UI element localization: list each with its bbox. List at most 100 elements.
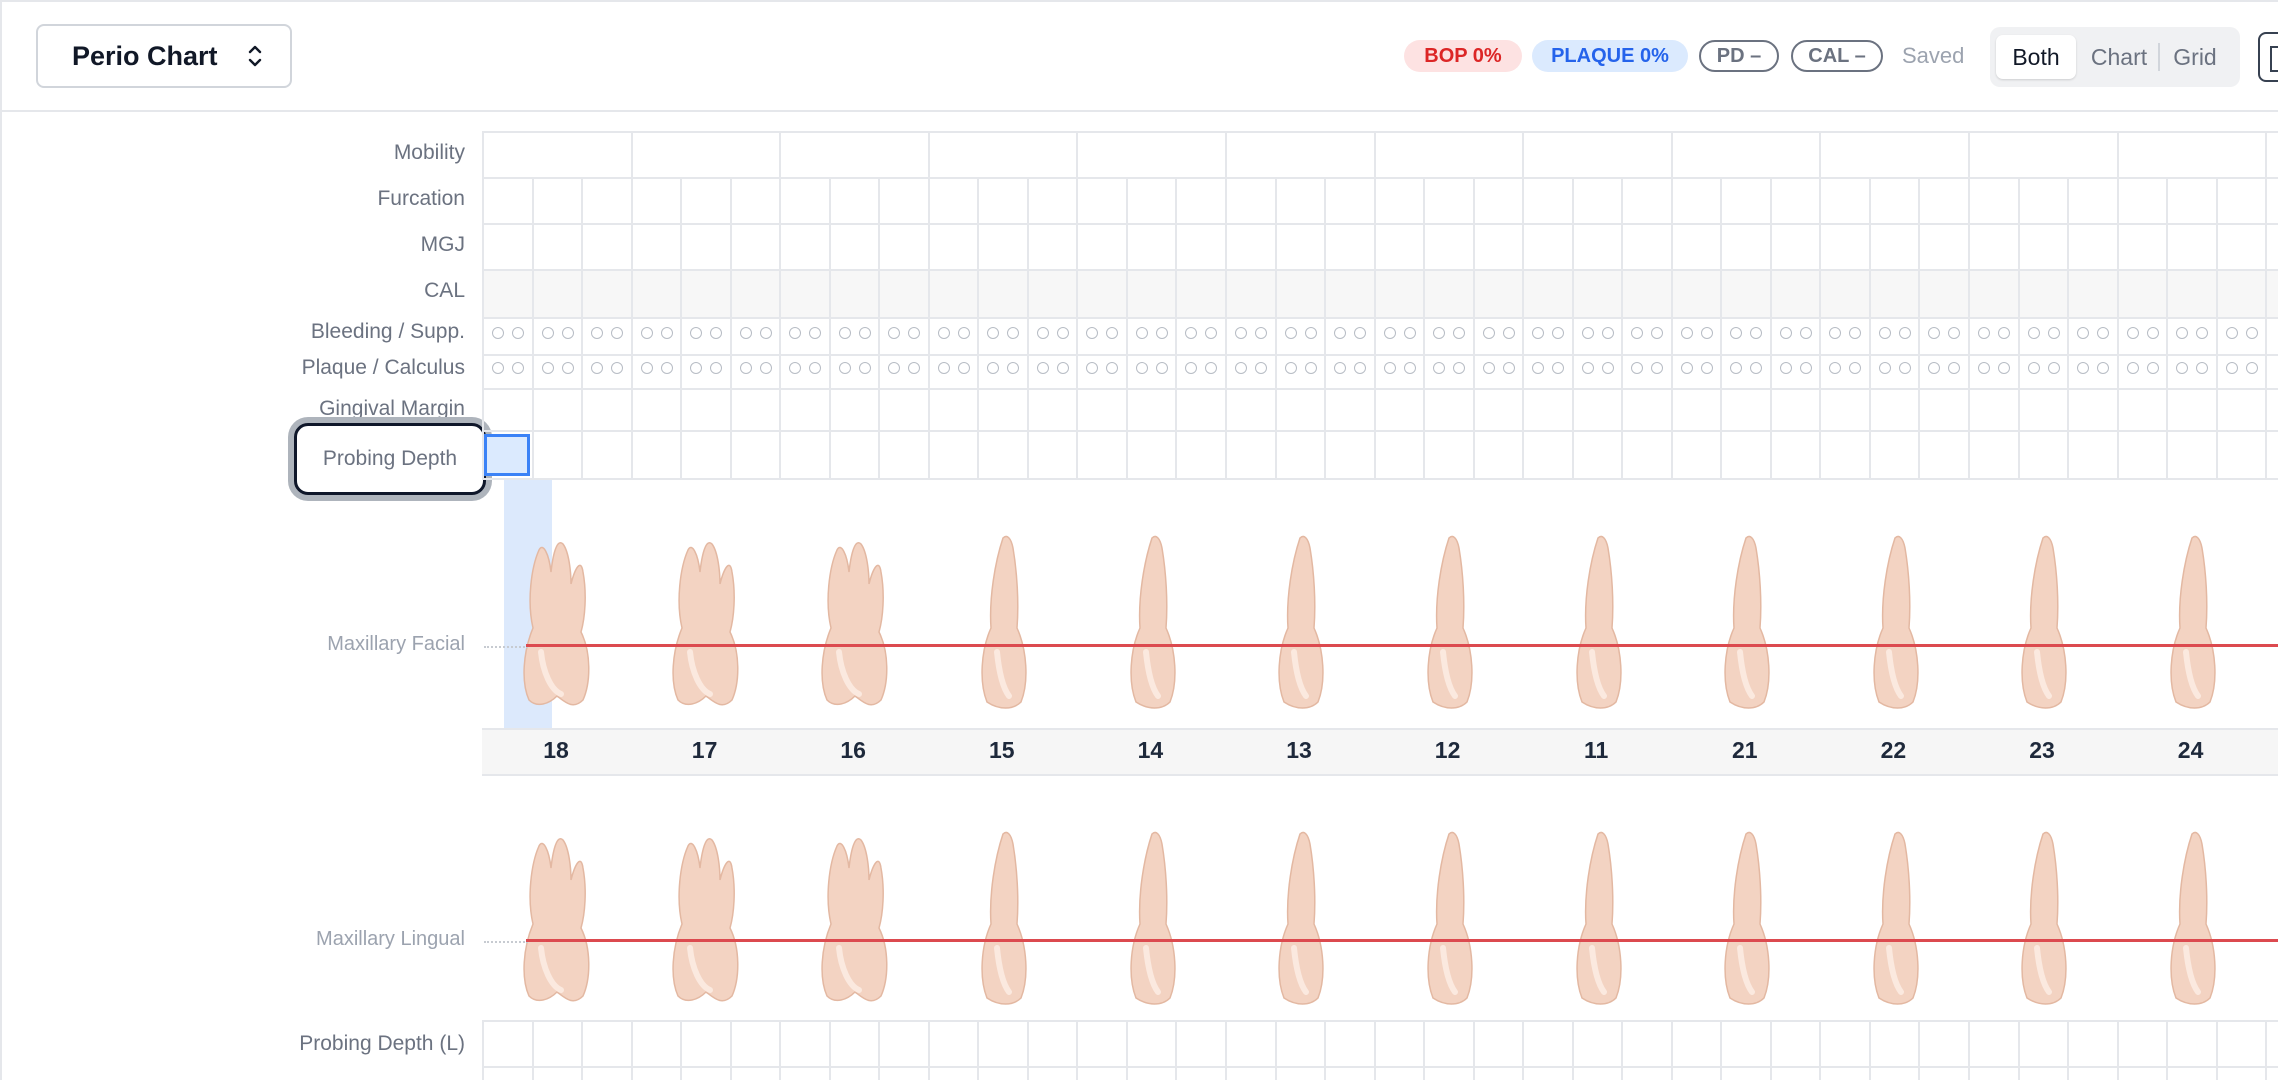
bleeding-indicator[interactable]	[957, 327, 970, 339]
bleeding-indicator[interactable]	[1829, 327, 1842, 339]
bleeding-indicator[interactable]	[1631, 327, 1644, 339]
plaque-indicator[interactable]	[710, 362, 723, 374]
plaque-indicator[interactable]	[1255, 362, 1267, 374]
bleeding-indicator[interactable]	[1086, 327, 1099, 339]
bleeding-indicator[interactable]	[809, 327, 822, 339]
bleeding-indicator[interactable]	[1799, 327, 1812, 339]
bleeding-indicator[interactable]	[1007, 327, 1020, 339]
bleeding-indicator[interactable]	[2146, 327, 2159, 339]
tooth-number[interactable]: 11	[1522, 728, 1670, 772]
bleeding-indicator[interactable]	[1779, 327, 1792, 339]
lingual-tooth[interactable]	[1254, 828, 1344, 1013]
bleeding-indicator[interactable]	[1700, 327, 1713, 339]
plaque-indicator[interactable]	[512, 362, 524, 374]
lingual-tooth[interactable]	[1403, 828, 1493, 1013]
plaque-indicator[interactable]	[1502, 362, 1515, 374]
tooth-number[interactable]: 13	[1225, 728, 1373, 772]
tooth-number[interactable]: 18	[482, 728, 630, 772]
plaque-indicator[interactable]	[690, 362, 703, 374]
plaque-indicator[interactable]	[1928, 362, 1941, 374]
plaque-indicator[interactable]	[1036, 362, 1049, 374]
plaque-indicator[interactable]	[1750, 362, 1763, 374]
facial-tooth[interactable]	[1700, 532, 1790, 717]
plaque-indicator[interactable]	[2245, 362, 2258, 374]
lingual-tooth[interactable]	[1700, 828, 1790, 1013]
bleeding-indicator[interactable]	[1354, 327, 1367, 339]
plaque-indicator[interactable]	[591, 362, 604, 374]
plaque-indicator[interactable]	[2077, 362, 2090, 374]
plaque-indicator[interactable]	[1235, 362, 1247, 374]
bleeding-indicator[interactable]	[1383, 327, 1396, 339]
bleeding-indicator[interactable]	[660, 327, 673, 339]
facial-tooth[interactable]	[2146, 532, 2236, 717]
facial-tooth[interactable]	[1997, 532, 2087, 717]
plaque-indicator[interactable]	[1700, 362, 1713, 374]
plaque-indicator[interactable]	[1998, 362, 2010, 374]
bleeding-indicator[interactable]	[1849, 327, 1862, 339]
bleeding-indicator[interactable]	[1284, 327, 1297, 339]
plaque-indicator[interactable]	[2176, 362, 2189, 374]
facial-tooth[interactable]	[1552, 532, 1642, 717]
plaque-indicator[interactable]	[759, 362, 772, 374]
bleeding-indicator[interactable]	[1106, 327, 1119, 339]
plaque-indicator[interactable]	[1383, 362, 1396, 374]
lingual-tooth[interactable]	[660, 828, 750, 1013]
plaque-indicator[interactable]	[1205, 362, 1218, 374]
bleeding-indicator[interactable]	[1998, 327, 2010, 339]
bleeding-indicator[interactable]	[858, 327, 871, 339]
plaque-indicator[interactable]	[838, 362, 851, 374]
bleeding-indicator[interactable]	[739, 327, 752, 339]
tooth-number[interactable]: 15	[928, 728, 1076, 772]
bleeding-indicator[interactable]	[1205, 327, 1218, 339]
bleeding-indicator[interactable]	[611, 327, 624, 339]
plaque-indicator[interactable]	[1948, 362, 1961, 374]
bleeding-indicator[interactable]	[1898, 327, 1911, 339]
bleeding-indicator[interactable]	[1581, 327, 1594, 339]
lingual-tooth[interactable]	[957, 828, 1047, 1013]
bleeding-indicator[interactable]	[1036, 327, 1049, 339]
plaque-indicator[interactable]	[492, 362, 504, 374]
facial-tooth[interactable]	[660, 532, 750, 717]
plaque-indicator[interactable]	[2146, 362, 2159, 374]
bleeding-indicator[interactable]	[888, 327, 901, 339]
plaque-indicator[interactable]	[1680, 362, 1693, 374]
plaque-indicator[interactable]	[1007, 362, 1020, 374]
bleeding-indicator[interactable]	[789, 327, 802, 339]
panel-toggle-button[interactable]	[2258, 32, 2278, 82]
facial-tooth[interactable]	[1106, 532, 1196, 717]
bleeding-indicator[interactable]	[1482, 327, 1495, 339]
bleeding-indicator[interactable]	[908, 327, 921, 339]
lingual-tooth[interactable]	[1997, 828, 2087, 1013]
plaque-indicator[interactable]	[1106, 362, 1119, 374]
bleeding-indicator[interactable]	[1928, 327, 1941, 339]
bleeding-indicator[interactable]	[2225, 327, 2238, 339]
plaque-indicator[interactable]	[987, 362, 1000, 374]
plaque-indicator[interactable]	[1284, 362, 1297, 374]
bleeding-indicator[interactable]	[2176, 327, 2189, 339]
bleeding-indicator[interactable]	[2097, 327, 2110, 339]
plaque-indicator[interactable]	[1185, 362, 1198, 374]
facial-tooth[interactable]	[1849, 532, 1939, 717]
bleeding-indicator[interactable]	[512, 327, 524, 339]
bleeding-indicator[interactable]	[1502, 327, 1515, 339]
bleeding-indicator[interactable]	[1403, 327, 1416, 339]
plaque-indicator[interactable]	[1651, 362, 1664, 374]
bleeding-indicator[interactable]	[1056, 327, 1069, 339]
bleeding-indicator[interactable]	[492, 327, 504, 339]
bleeding-indicator[interactable]	[2027, 327, 2040, 339]
plaque-indicator[interactable]	[660, 362, 673, 374]
plaque-indicator[interactable]	[1532, 362, 1545, 374]
facial-tooth[interactable]	[511, 532, 601, 717]
plaque-indicator[interactable]	[2027, 362, 2040, 374]
bleeding-indicator[interactable]	[640, 327, 653, 339]
plaque-indicator[interactable]	[2047, 362, 2060, 374]
plaque-indicator[interactable]	[858, 362, 871, 374]
facial-tooth[interactable]	[809, 532, 899, 717]
plaque-indicator[interactable]	[2196, 362, 2209, 374]
plaque-indicator[interactable]	[2097, 362, 2110, 374]
bleeding-indicator[interactable]	[1235, 327, 1247, 339]
plaque-indicator[interactable]	[937, 362, 950, 374]
lingual-tooth[interactable]	[1552, 828, 1642, 1013]
plaque-indicator[interactable]	[1898, 362, 1911, 374]
plaque-indicator[interactable]	[1433, 362, 1446, 374]
